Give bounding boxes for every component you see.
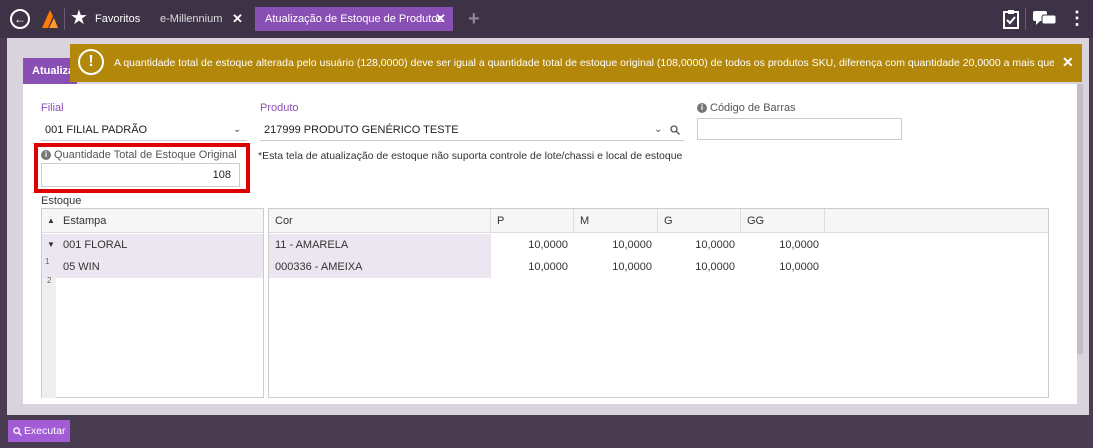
warning-alert: ! A quantidade total de estoque alterada… [70,44,1082,82]
estampa-row[interactable]: 1 05 WIN [42,256,263,278]
more-vertical-icon[interactable]: ⋮ [1068,8,1086,28]
chevron-down-icon[interactable]: ⌄ [654,124,662,135]
estampa-row[interactable]: ▼ 001 FLORAL [42,234,263,256]
cell-m[interactable]: 10,0000 [574,234,658,256]
filial-label: Filial [41,102,64,114]
close-icon[interactable]: ✕ [1062,54,1074,71]
col-header-m[interactable]: M [574,209,658,233]
separator [1025,8,1026,30]
tab-atualizacao-estoque[interactable]: Atualização de Estoque de Produtos ✕ [255,7,453,31]
inner-tab-atualiza[interactable]: Atualiza [23,58,77,84]
search-icon [13,426,23,436]
cell-cor: 11 - AMARELA [269,234,491,256]
cor-header: Cor P M G GG [269,209,1048,233]
back-icon[interactable]: ← [10,9,30,29]
chevron-down-icon[interactable]: ⌄ [233,124,241,135]
search-icon[interactable] [670,125,680,135]
estampa-header[interactable]: ▲ Estampa [42,209,263,233]
separator [64,8,65,30]
table-row[interactable]: 11 - AMARELA 10,0000 10,0000 10,0000 10,… [269,234,1048,256]
tab-label: e-Millennium [160,13,223,25]
row-gutter [42,278,56,398]
row-number: 1 [45,257,50,266]
cell-gg[interactable]: 10,0000 [741,256,825,278]
barcode-input[interactable] [697,118,902,140]
chat-icon[interactable] [1033,11,1057,27]
sort-asc-icon: ▲ [47,216,55,225]
execute-button[interactable]: Executar [8,420,70,442]
cell-g[interactable]: 10,0000 [658,256,741,278]
warning-icon: ! [78,49,104,75]
tab-label: Atualização de Estoque de Produtos [265,13,443,25]
star-icon[interactable]: ★ [70,7,88,29]
app-logo-icon [42,10,58,28]
col-header-p[interactable]: P [491,209,574,233]
col-header-cor[interactable]: Cor [269,209,491,233]
produto-select[interactable]: 217999 PRODUTO GENÉRICO TESTE [260,119,684,141]
close-icon[interactable]: ✕ [232,7,243,31]
cell-p[interactable]: 10,0000 [491,234,574,256]
barcode-label: i Código de Barras [697,102,796,114]
col-header-gg[interactable]: GG [741,209,825,233]
info-icon: i [697,103,707,114]
cell-g[interactable]: 10,0000 [658,234,741,256]
vertical-scrollbar[interactable] [1077,84,1083,354]
clipboard-check-icon[interactable] [1003,9,1019,29]
filial-select[interactable]: 001 FILIAL PADRÃO [41,119,247,141]
add-tab-icon[interactable]: + [468,9,480,29]
produto-value: 217999 PRODUTO GENÉRICO TESTE [264,124,459,136]
table-row[interactable]: 000336 - AMEIXA 10,0000 10,0000 10,0000 … [269,256,1048,278]
stock-note: *Esta tela de atualização de estoque não… [258,150,683,162]
produto-label: Produto [260,102,299,114]
highlight-box [34,143,250,193]
favorites-label[interactable]: Favoritos [95,13,140,25]
alert-message: A quantidade total de estoque alterada p… [114,57,1054,69]
cell-cor: 000336 - AMEIXA [269,256,491,278]
estampa-grid: ▲ Estampa ▼ 001 FLORAL 1 05 WIN 2 [41,208,264,398]
estoque-label: Estoque [41,195,82,207]
cor-grid: Cor P M G GG 11 - AMARELA 10,0000 10,000… [268,208,1049,398]
cell-p[interactable]: 10,0000 [491,256,574,278]
col-header-g[interactable]: G [658,209,741,233]
cell-gg[interactable]: 10,0000 [741,234,825,256]
top-bar: ← ★ Favoritos e-Millennium ✕ Atualização… [0,0,1093,38]
cell-m[interactable]: 10,0000 [574,256,658,278]
close-icon[interactable]: ✕ [435,7,446,31]
filial-value: 001 FILIAL PADRÃO [45,124,148,136]
row-number: 2 [47,276,52,285]
tab-e-millennium[interactable]: e-Millennium ✕ [150,7,250,31]
execute-label: Executar [24,425,66,437]
